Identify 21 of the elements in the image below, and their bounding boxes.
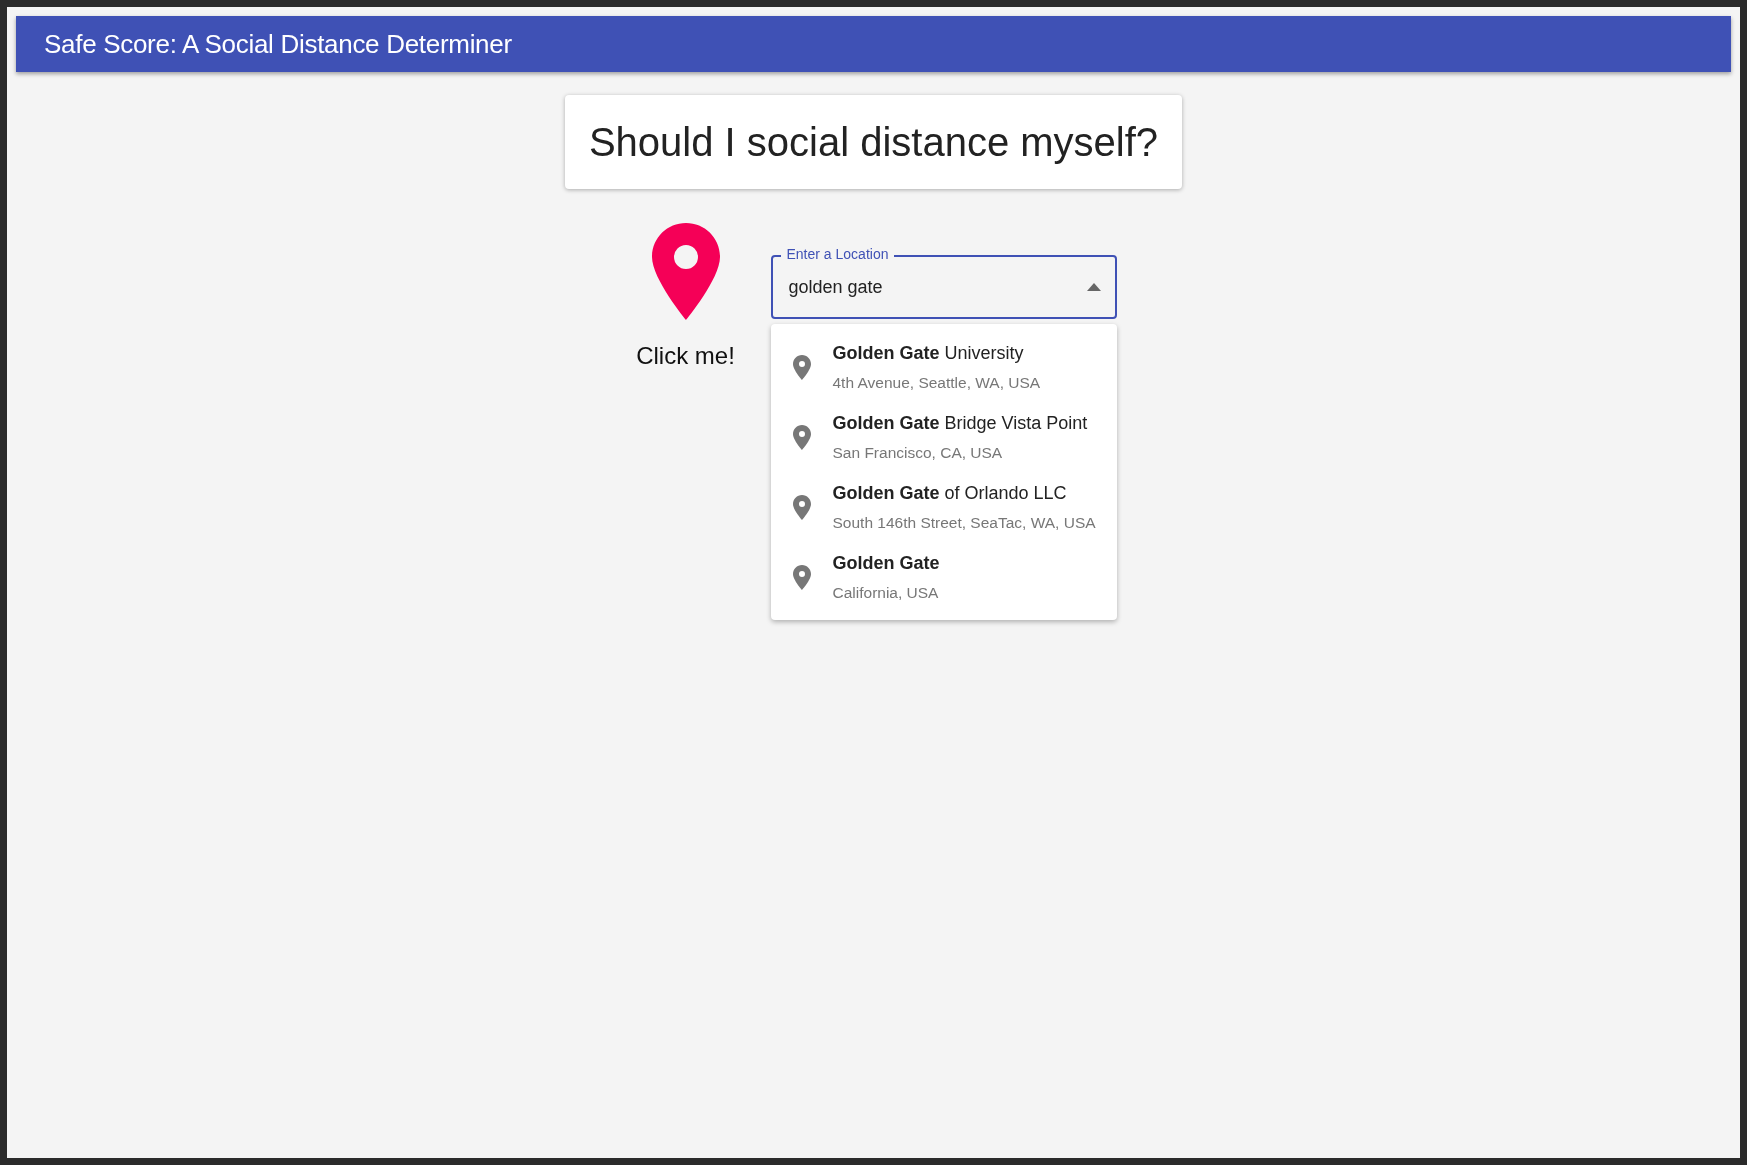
place-address: San Francisco, CA, USA [832, 443, 1004, 463]
suggestion-item[interactable]: Golden Gate of Orlando LLC South 146th Street, SeaTac, WA, USA [770, 472, 1117, 542]
place-address: California, USA [832, 583, 940, 603]
place-address: South 146th Street, SeaTac, WA, USA [832, 513, 1096, 533]
place-name: Golden Gate University [832, 342, 1025, 365]
question-card: Should I social distance myself? [564, 95, 1183, 189]
app-title: Safe Score: A Social Distance Determiner [16, 16, 1731, 72]
click-me-button[interactable]: Click me! [636, 342, 735, 370]
place-name: Golden Gate [832, 552, 940, 575]
place-name: Golden Gate Bridge Vista Point [832, 412, 1088, 435]
place-name: Golden Gate of Orlando LLC [832, 482, 1068, 505]
location-pin-icon [792, 354, 811, 380]
suggestion-item[interactable]: Golden Gate Bridge Vista Point San Francisco, CA, USA [770, 402, 1117, 472]
location-pin-icon [792, 564, 811, 590]
location-pin-icon [792, 424, 811, 450]
caret-icon[interactable] [1086, 283, 1101, 291]
map-pin-icon[interactable] [651, 223, 720, 320]
suggestion-item[interactable]: Golden Gate California, USA [770, 542, 1117, 612]
place-address: 4th Avenue, Seattle, WA, USA [832, 373, 1041, 393]
suggestion-item[interactable]: Golden Gate University 4th Avenue, Seattle, WA, USA [770, 332, 1117, 402]
location-pin-icon [792, 494, 811, 520]
